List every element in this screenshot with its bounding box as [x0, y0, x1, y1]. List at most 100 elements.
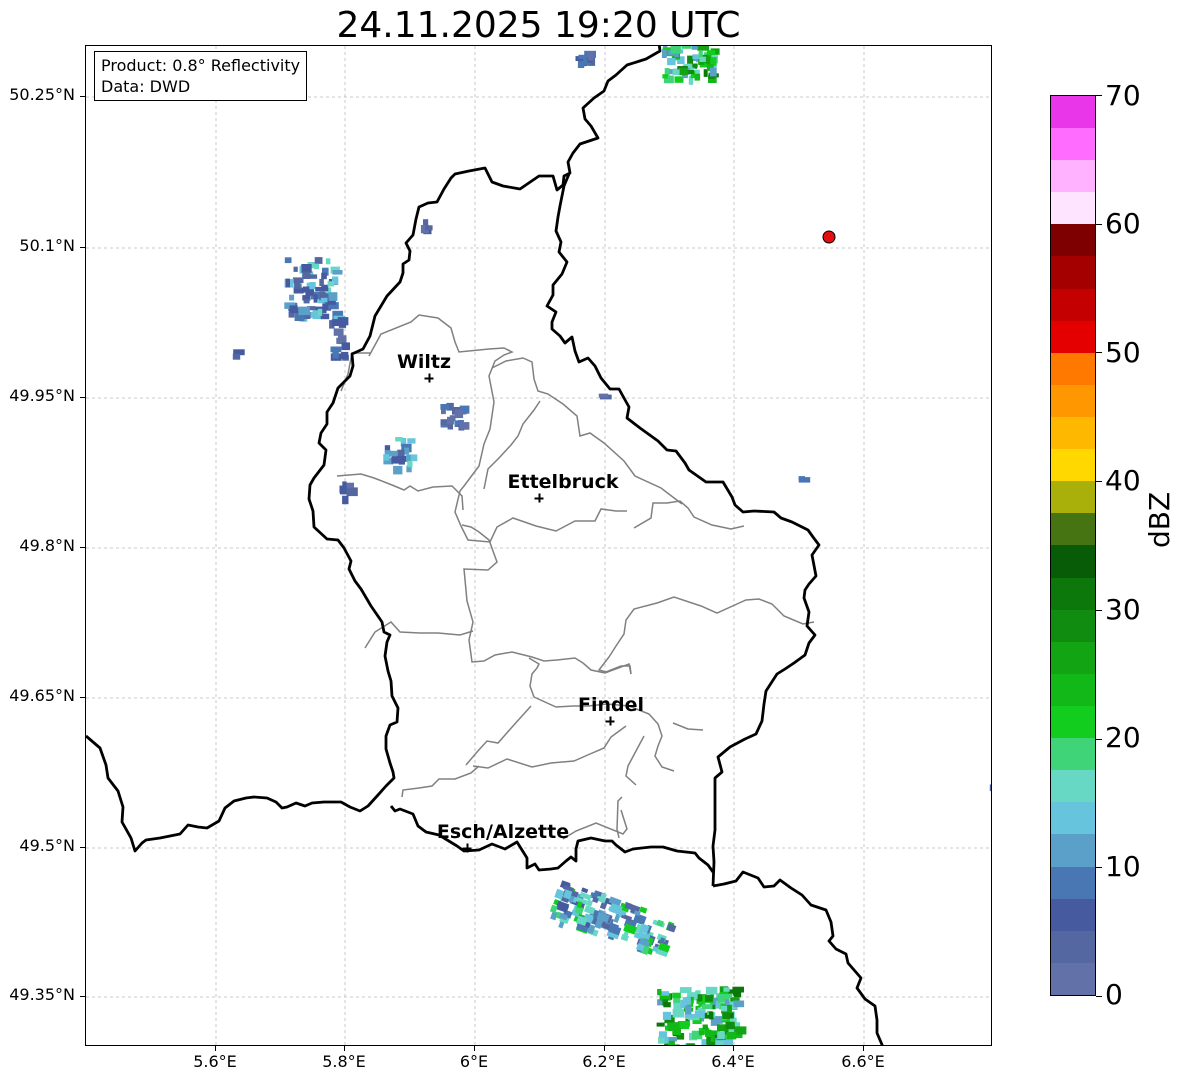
colorbar-segment: [1051, 417, 1095, 450]
lat-tick: [80, 847, 85, 848]
lat-tick: [80, 247, 85, 248]
city-marker-wiltz: [424, 373, 434, 383]
echo-cell: [661, 46, 720, 85]
colorbar-segment: [1051, 609, 1095, 642]
colorbar-tick: [1096, 95, 1102, 96]
canton-border: [368, 314, 627, 543]
echo-cell: [420, 219, 433, 235]
city-label-findel: Findel: [577, 694, 645, 716]
colorbar-tick: [1096, 224, 1102, 225]
colorbar-segment: [1051, 481, 1095, 514]
info-box: Product: 0.8° Reflectivity Data: DWD: [94, 51, 308, 101]
echo-cell: [284, 257, 346, 322]
echo-cell: [598, 393, 612, 400]
colorbar-tick-label: 40: [1105, 464, 1141, 497]
colorbar-segment: [1051, 706, 1095, 739]
lon-tick: [344, 1046, 345, 1051]
colorbar-tick: [1096, 481, 1102, 482]
lon-tick: [604, 1046, 605, 1051]
lat-label: 50.1°N: [19, 236, 75, 255]
colorbar-segment: [1051, 738, 1095, 771]
lon-label: 6.2°E: [582, 1052, 626, 1071]
lon-tick: [733, 1046, 734, 1051]
colorbar-segment: [1051, 802, 1095, 835]
lat-tick: [80, 996, 85, 997]
lon-label: 6°E: [459, 1052, 489, 1071]
colorbar-segment: [1051, 256, 1095, 289]
grid-lines: [86, 46, 991, 1045]
radar-echoes: [232, 46, 991, 1045]
lat-label: 49.5°N: [19, 836, 75, 855]
colorbar: [1050, 95, 1096, 996]
lon-label: 5.8°E: [322, 1052, 366, 1071]
city-label-wiltz: Wiltz: [396, 351, 452, 373]
lat-tick: [80, 397, 85, 398]
colorbar-tick-label: 0: [1105, 978, 1123, 1011]
lat-label: 49.8°N: [19, 536, 75, 555]
colorbar-segment: [1051, 962, 1095, 995]
echo-cell: [989, 784, 991, 792]
colorbar-tick-label: 30: [1105, 593, 1141, 626]
colorbar-tick: [1096, 996, 1102, 997]
city-label-esch-alzette: Esch/Alzette: [436, 821, 570, 843]
colorbar-tick: [1096, 352, 1102, 353]
lat-label: 50.25°N: [9, 85, 75, 104]
echo-cell: [656, 986, 747, 1045]
lat-label: 49.35°N: [9, 985, 75, 1004]
canton-border: [364, 621, 474, 649]
radar-map: [86, 46, 991, 1045]
canton-border: [465, 705, 532, 766]
colorbar-tick-label: 60: [1105, 207, 1141, 240]
lon-tick: [215, 1046, 216, 1051]
colorbar-segment: [1051, 128, 1095, 161]
lat-tick: [80, 547, 85, 548]
city-marker-ettelbruck: [534, 493, 544, 503]
canton-border: [401, 765, 480, 798]
colorbar-segment: [1051, 866, 1095, 899]
lat-tick: [80, 96, 85, 97]
canton-border: [625, 735, 645, 786]
colorbar-tick: [1096, 867, 1102, 868]
product-label: Product: 0.8° Reflectivity: [101, 56, 301, 75]
canton-border: [461, 524, 632, 675]
lon-label: 6.6°E: [841, 1052, 885, 1071]
colorbar-segment: [1051, 577, 1095, 610]
echo-cell: [339, 481, 358, 505]
data-source-label: Data: DWD: [101, 77, 191, 96]
france-germany-border: [712, 870, 884, 1045]
colorbar-segment: [1051, 834, 1095, 867]
map-area[interactable]: [85, 45, 992, 1046]
canton-border: [633, 500, 745, 530]
colorbar-segment: [1051, 930, 1095, 963]
colorbar-segment: [1051, 224, 1095, 257]
canton-border: [472, 725, 627, 769]
lon-label: 6.4°E: [711, 1052, 755, 1071]
city-marker-esch-alzette: [462, 843, 472, 853]
colorbar-segment: [1051, 673, 1095, 707]
city-label-ettelbruck: Ettelbruck: [507, 471, 619, 493]
colorbar-segment: [1051, 192, 1095, 225]
lon-tick: [863, 1046, 864, 1051]
chart-title: 24.11.2025 19:20 UTC: [336, 5, 741, 46]
colorbar-tick-label: 50: [1105, 336, 1141, 369]
colorbar-segment: [1051, 320, 1095, 353]
colorbar-tick: [1096, 610, 1102, 611]
colorbar-segment: [1051, 288, 1095, 321]
echo-cell: [440, 402, 470, 431]
colorbar-segment: [1051, 545, 1095, 578]
colorbar-tick-label: 70: [1105, 79, 1141, 112]
lat-label: 49.95°N: [9, 386, 75, 405]
echo-cell: [232, 349, 245, 360]
colorbar-tick-label: 10: [1105, 850, 1141, 883]
lat-label: 49.65°N: [9, 686, 75, 705]
canton-borders: [336, 314, 815, 840]
lon-tick: [474, 1046, 475, 1051]
city-marker-findel: [605, 716, 615, 726]
colorbar-segment: [1051, 352, 1095, 385]
colorbar-segment: [1051, 770, 1095, 803]
colorbar-segment: [1051, 898, 1095, 931]
colorbar-unit-label: dBZ: [1143, 491, 1176, 548]
lon-label: 5.6°E: [193, 1052, 237, 1071]
colorbar-segment: [1051, 384, 1095, 418]
colorbar-segment: [1051, 641, 1095, 674]
